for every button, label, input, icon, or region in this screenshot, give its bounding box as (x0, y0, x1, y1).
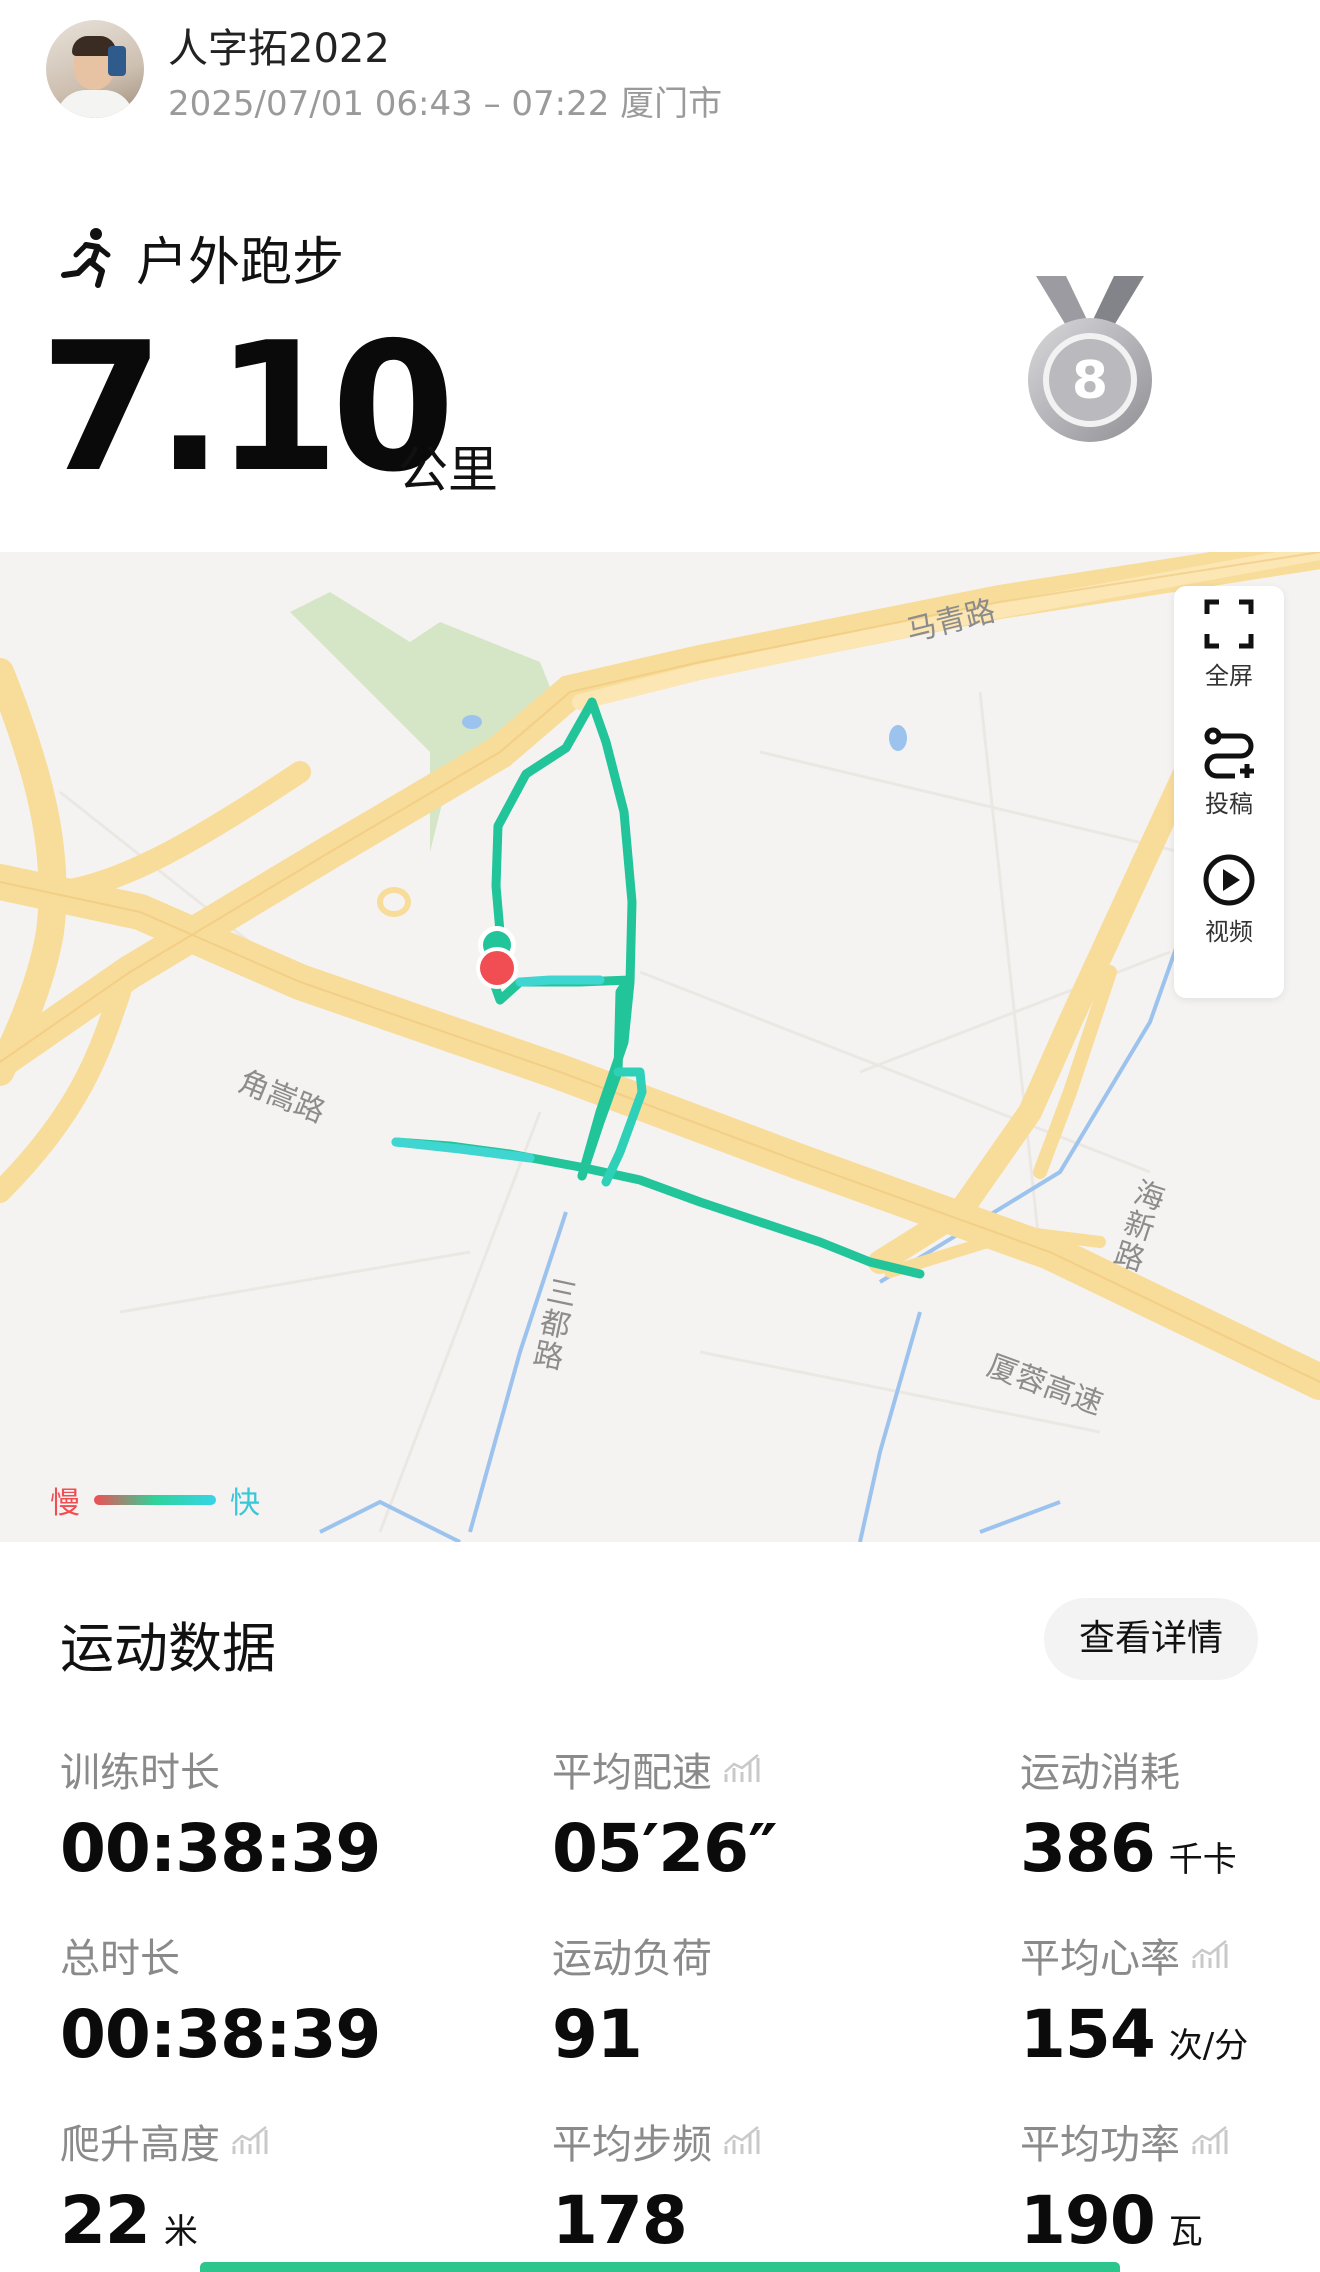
stat-label: 运动负荷 (552, 1926, 712, 1984)
stat-item: 平均步频 178 (552, 2112, 762, 2259)
sport-type-label: 户外跑步 (136, 232, 345, 293)
stat-label: 平均步频 (552, 2112, 762, 2170)
route-map[interactable]: 马青路 角嵩路 三都路 海新路 厦蓉高速 (0, 552, 1320, 1542)
stat-unit: 瓦 (1168, 2212, 1203, 2252)
video-button[interactable]: 视频 (1174, 842, 1284, 962)
avatar[interactable] (46, 20, 144, 118)
medal-icon[interactable]: 8 (1020, 270, 1160, 450)
legend-slow-label: 慢 (50, 1486, 80, 1521)
stat-item: 运动消耗 386 千卡 (1020, 1740, 1237, 1887)
distance-value: 7.10 (40, 304, 455, 511)
stat-value-row: 00:38:39 (60, 1810, 381, 1887)
stat-unit: 次/分 (1168, 2026, 1249, 2066)
stat-label-text: 平均心率 (1020, 1936, 1180, 1982)
stat-item: 爬升高度 22 米 (60, 2112, 270, 2259)
fullscreen-label: 全屏 (1205, 662, 1253, 690)
submit-button[interactable]: 投稿 (1174, 714, 1284, 834)
stat-unit: 千卡 (1168, 1840, 1237, 1880)
stat-item: 总时长 00:38:39 (60, 1926, 381, 2073)
activity-header: 人字拓2022 2025/07/01 06:43 – 07:22 厦门市 (0, 0, 1320, 150)
stat-label: 运动消耗 (1020, 1740, 1237, 1798)
stat-item: 平均心率 154 次/分 (1020, 1926, 1248, 2073)
submit-label: 投稿 (1205, 790, 1253, 818)
activity-datetime: 2025/07/01 06:43 – 07:22 厦门市 (168, 84, 723, 124)
stat-item: 平均配速 05′26″ (552, 1740, 778, 1887)
stat-value: 91 (552, 1996, 643, 2073)
stats-section-title: 运动数据 (60, 1617, 276, 1680)
trend-chart-icon[interactable] (722, 1752, 762, 1786)
stat-value-row: 154 次/分 (1020, 1996, 1248, 2073)
stat-label-text: 总时长 (60, 1936, 180, 1982)
stat-label: 平均配速 (552, 1740, 777, 1798)
trend-chart-icon[interactable] (230, 2124, 270, 2158)
stat-label-text: 平均配速 (552, 1750, 712, 1796)
stat-label-text: 平均功率 (1020, 2122, 1180, 2168)
view-details-button[interactable]: 查看详情 (1044, 1598, 1258, 1680)
stat-value-row: 178 (552, 2182, 762, 2259)
stat-value: 00:38:39 (60, 1996, 381, 2073)
stat-value: 00:38:39 (60, 1810, 381, 1887)
stat-value-row: 386 千卡 (1020, 1810, 1237, 1887)
stat-unit: 米 (163, 2212, 198, 2252)
stat-value-row: 91 (552, 1996, 712, 2073)
fullscreen-icon (1204, 599, 1254, 649)
stat-value: 190 (1020, 2182, 1156, 2259)
stat-item: 平均功率 190 瓦 (1020, 2112, 1230, 2259)
sport-type-row: 户外跑步 (56, 222, 345, 293)
video-label: 视频 (1205, 918, 1253, 946)
stat-label: 总时长 (60, 1926, 380, 1984)
stat-value: 178 (552, 2182, 688, 2259)
stat-label-text: 运动消耗 (1020, 1750, 1180, 1796)
route-submit-icon (1204, 727, 1254, 779)
stat-item: 训练时长 00:38:39 (60, 1740, 381, 1887)
fullscreen-button[interactable]: 全屏 (1174, 586, 1284, 706)
stat-label-text: 平均步频 (552, 2122, 712, 2168)
map-controls: 全屏 投稿 视频 (1174, 586, 1284, 998)
stat-label: 爬升高度 (60, 2112, 270, 2170)
pace-legend: 慢 快 (50, 1482, 260, 1521)
stat-value-row: 05′26″ (552, 1810, 778, 1887)
stat-label-text: 训练时长 (60, 1750, 220, 1796)
legend-fast-label: 快 (230, 1486, 260, 1521)
stat-value: 386 (1020, 1810, 1156, 1887)
trend-chart-icon[interactable] (1190, 2124, 1230, 2158)
stat-label: 平均功率 (1020, 2112, 1230, 2170)
trend-chart-icon[interactable] (1190, 1938, 1230, 1972)
running-person-icon (61, 228, 111, 288)
stat-value: 22 (60, 2182, 151, 2259)
pace-gradient-bar (94, 1495, 216, 1505)
distance-unit: 公里 (398, 441, 498, 499)
stat-label: 平均心率 (1020, 1926, 1248, 1984)
stat-value: 154 (1020, 1996, 1156, 2073)
stat-label-text: 运动负荷 (552, 1936, 712, 1982)
bottom-action-bar[interactable] (200, 2262, 1120, 2272)
stat-label: 训练时长 (60, 1740, 380, 1798)
stat-label-text: 爬升高度 (60, 2122, 220, 2168)
stat-value: 05′26″ (552, 1810, 778, 1887)
stat-value-row: 22 米 (60, 2182, 270, 2259)
trend-chart-icon[interactable] (722, 2124, 762, 2158)
stat-value-row: 00:38:39 (60, 1996, 381, 2073)
stat-value-row: 190 瓦 (1020, 2182, 1230, 2259)
username[interactable]: 人字拓2022 (168, 16, 390, 74)
stat-item: 运动负荷 91 (552, 1926, 712, 2073)
play-icon (1203, 854, 1255, 906)
medal-number: 8 (1072, 351, 1108, 411)
